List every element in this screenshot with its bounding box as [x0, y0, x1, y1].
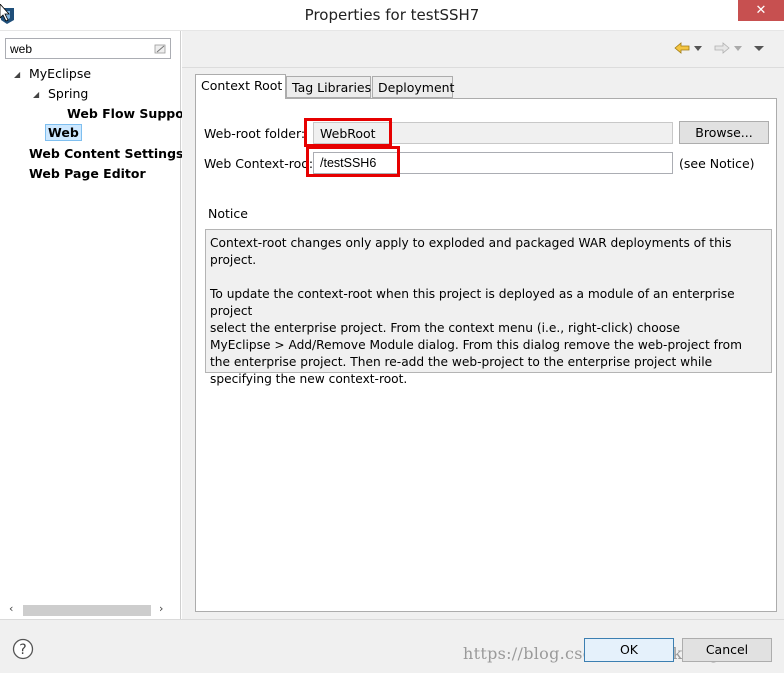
preferences-tree-panel: ◢ MyEclipse ◢ Spring Web Flow Suppo Web …	[0, 31, 184, 619]
forward-menu-chevron-icon[interactable]	[734, 44, 742, 52]
title-bar: Properties for testSSH7 ✕	[0, 0, 784, 31]
notice-text-box: Context-root changes only apply to explo…	[205, 229, 772, 386]
clear-filter-icon[interactable]	[153, 42, 167, 56]
highlight-context-root-box	[306, 146, 400, 177]
ok-button[interactable]: OK	[584, 638, 674, 662]
tab-deployment[interactable]: Deployment	[372, 76, 454, 98]
horizontal-scrollbar[interactable]: ‹ ›	[5, 602, 175, 618]
dialog-button-bar: ? https://blog.csdn.net/kankbing OK Canc…	[0, 619, 784, 673]
expanded-arrow-icon[interactable]: ◢	[14, 70, 20, 79]
tab-context-root[interactable]: Context Root	[195, 74, 286, 99]
close-window-button[interactable]: ✕	[738, 0, 784, 21]
tree-item-web-content-settings[interactable]: Web Content Settings	[29, 146, 183, 164]
tree-item-web[interactable]: Web	[45, 124, 82, 143]
back-arrow-icon[interactable]	[674, 40, 690, 56]
expanded-arrow-icon[interactable]: ◢	[33, 90, 39, 99]
header-divider	[182, 67, 784, 68]
scrollbar-thumb[interactable]	[23, 605, 151, 616]
forward-arrow-icon[interactable]	[714, 40, 730, 56]
notice-paragraph-2: To update the context-root when this pro…	[210, 287, 742, 386]
cancel-button[interactable]: Cancel	[682, 638, 772, 662]
tree-item-web-flow-support[interactable]: Web Flow Suppo	[67, 106, 184, 124]
svg-text:?: ?	[19, 642, 26, 658]
navigation-toolbar	[674, 40, 774, 58]
tab-tag-libraries[interactable]: Tag Libraries	[286, 76, 371, 98]
web-context-root-label: Web Context-roo:	[204, 156, 314, 171]
context-root-tab-panel: Web-root folder: WebRoot Browse... Web C…	[195, 98, 777, 612]
notice-heading: Notice	[208, 206, 248, 221]
webroot-folder-label: Web-root folder:	[204, 126, 306, 141]
scroll-right-icon[interactable]: ›	[159, 602, 163, 615]
notice-paragraph-1: Context-root changes only apply to explo…	[210, 236, 732, 267]
view-menu-chevron-icon[interactable]	[754, 44, 764, 52]
highlight-webroot-box	[304, 118, 392, 147]
help-icon[interactable]: ?	[12, 638, 34, 660]
window-title: Properties for testSSH7	[304, 6, 480, 24]
scroll-left-icon[interactable]: ‹	[9, 602, 13, 615]
filter-input[interactable]	[5, 38, 171, 59]
properties-page: Context Root Tag Libraries Deployment We…	[182, 31, 784, 619]
tree-item-web-page-editor[interactable]: Web Page Editor	[29, 166, 146, 184]
back-menu-chevron-icon[interactable]	[694, 44, 702, 52]
browse-button[interactable]: Browse...	[679, 121, 769, 144]
see-notice-label: (see Notice)	[679, 156, 755, 171]
